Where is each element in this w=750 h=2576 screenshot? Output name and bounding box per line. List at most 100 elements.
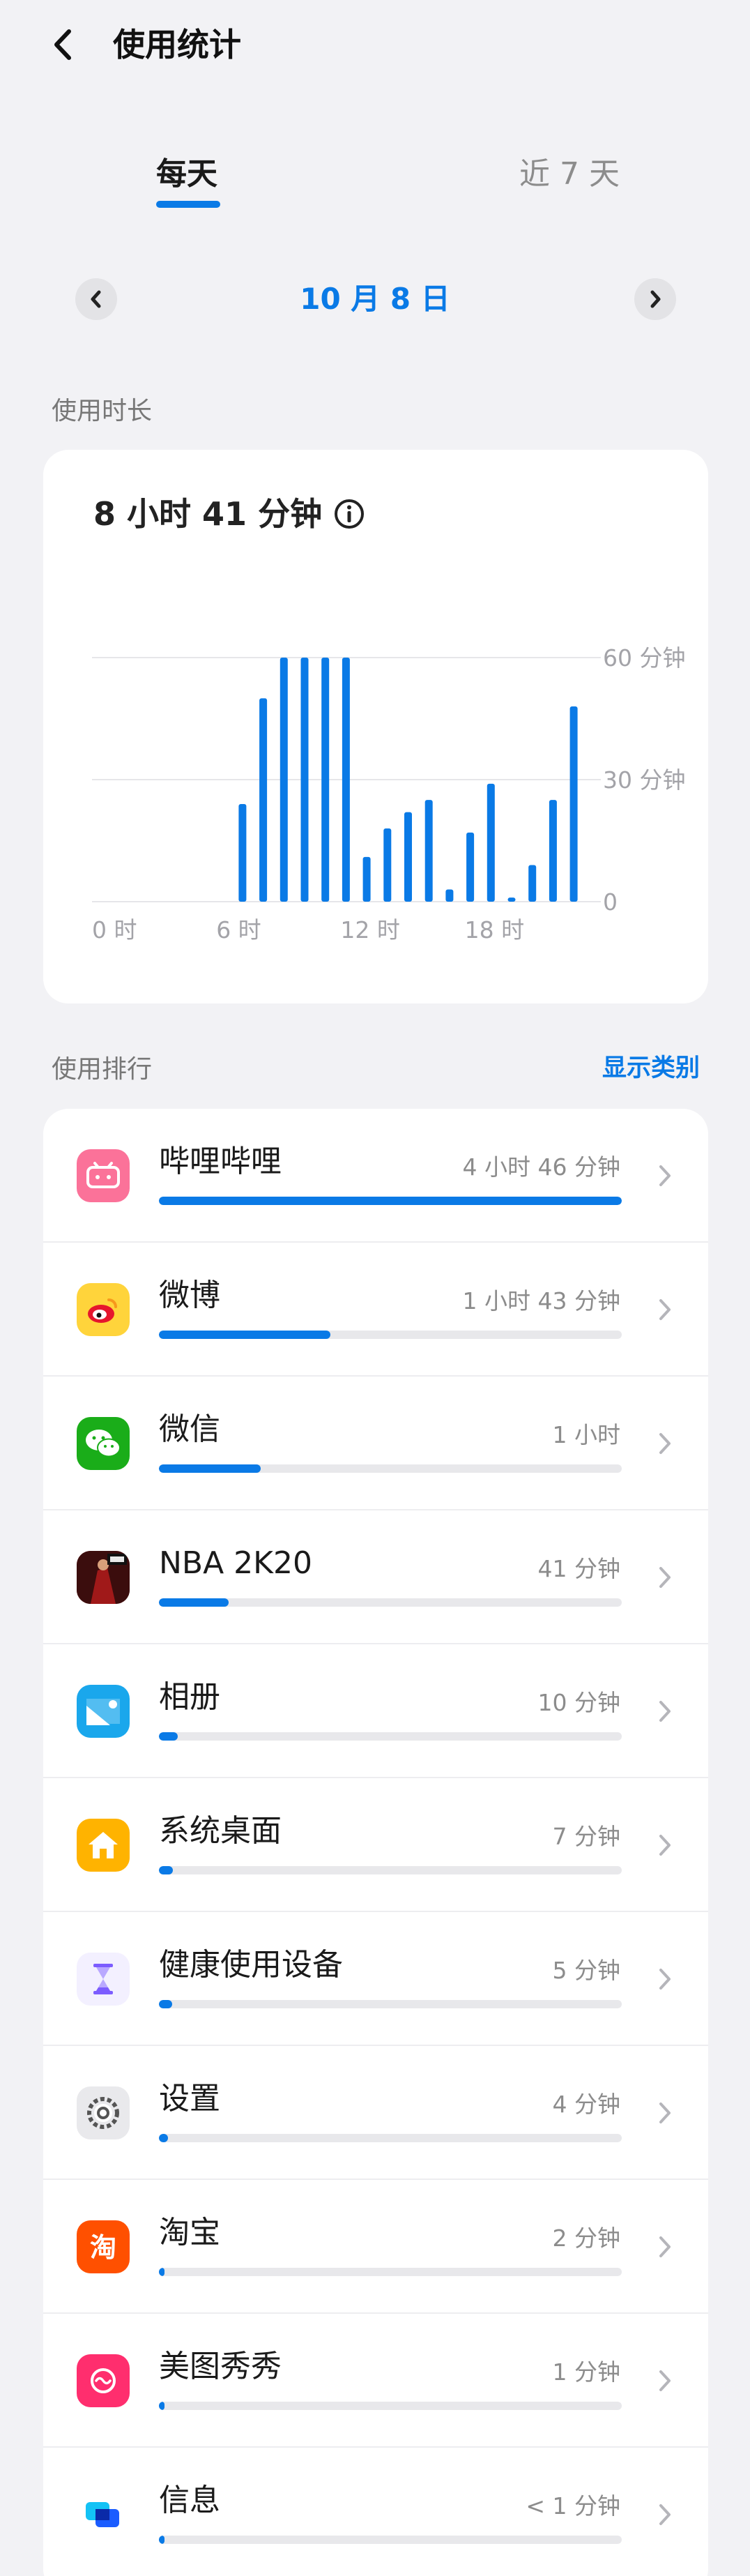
chevron-right-icon [651, 2226, 679, 2268]
chart-bar-hour-9[interactable] [280, 658, 288, 902]
usage-chart-card: 8 小时 41 分钟 60 分钟 30 分钟 0 0 时6 时 12 时 18 时 [43, 450, 708, 1003]
chart-bar-hour-22[interactable] [549, 800, 557, 902]
chart-bar-hour-17[interactable] [445, 889, 454, 902]
usage-bar-fill [159, 1464, 261, 1473]
app-usage-time: 1 分钟 [552, 2358, 621, 2386]
chart-bar-hour-15[interactable] [404, 812, 412, 902]
chart-bar-hour-10[interactable] [300, 658, 309, 902]
hourly-usage-chart: 60 分钟 30 分钟 0 0 时 6 时 12 时 18 时 [92, 644, 685, 944]
app-row[interactable]: 健康使用设备 5 分钟 [43, 1912, 708, 2046]
chevron-right-icon [651, 1824, 679, 1866]
usage-bar-track [159, 2536, 622, 2544]
app-name: 美图秀秀 [159, 2349, 282, 2384]
messages-icon [77, 2488, 130, 2541]
home-icon [77, 1819, 130, 1872]
x-tick-label: 6 时 [216, 916, 261, 944]
usage-bar-track [159, 1197, 622, 1205]
app-usage-time: < 1 分钟 [526, 2492, 620, 2520]
usage-bar-track [159, 2134, 622, 2142]
hourglass-icon [77, 1953, 130, 2006]
tab-last-7-days[interactable]: 近 7 天 [519, 153, 620, 195]
tab-daily[interactable]: 每天 [156, 153, 217, 195]
weibo-icon [77, 1283, 130, 1336]
bilibili-icon [77, 1149, 130, 1202]
usage-bar-fill [159, 1331, 330, 1339]
usage-bar-fill [159, 2000, 172, 2008]
page-title: 使用统计 [113, 26, 241, 63]
back-arrow-icon [54, 29, 71, 60]
usage-bar-track [159, 2000, 622, 2008]
usage-bar-fill [159, 1866, 173, 1874]
x-tick-label: 18 时 [465, 916, 524, 944]
app-usage-time: 7 分钟 [552, 1823, 621, 1850]
app-name: 健康使用设备 [159, 1947, 343, 1983]
app-name: 微信 [159, 1411, 220, 1447]
app-name: 设置 [159, 2081, 220, 2116]
chevron-right-icon [651, 1155, 679, 1197]
chart-bar-hour-8[interactable] [259, 698, 268, 902]
app-ranking-list: 哔哩哔哩 4 小时 46 分钟 微博 1 小时 43 分钟 微信 1 小时 NBA 2K20… [43, 1109, 708, 2576]
settings-icon [77, 2086, 130, 2139]
app-usage-time: 10 分钟 [537, 1689, 620, 1716]
y-tick-label: 60 分钟 [603, 644, 685, 672]
usage-bar-fill [159, 2268, 164, 2276]
usage-bar-track [159, 1732, 622, 1741]
usage-duration-label: 使用时长 [52, 397, 153, 425]
chevron-right-icon [651, 1289, 679, 1331]
chart-bar-hour-23[interactable] [569, 706, 578, 902]
app-row[interactable]: 系统桌面 7 分钟 [43, 1778, 708, 1912]
usage-bar-fill [159, 2134, 169, 2142]
top-bar: 使用统计 [0, 0, 750, 91]
app-row[interactable]: NBA 2K20 41 分钟 [43, 1510, 708, 1644]
taobao-icon: 淘 [77, 2220, 130, 2273]
usage-ranking-label: 使用排行 [52, 1055, 153, 1084]
usage-bar-track [159, 1598, 622, 1607]
app-row[interactable]: 信息 < 1 分钟 [43, 2448, 708, 2576]
app-name: 微博 [159, 1278, 220, 1313]
usage-bar-fill [159, 1197, 622, 1205]
wechat-icon [77, 1417, 130, 1470]
nba2k20-icon [77, 1551, 130, 1604]
usage-bar-track [159, 1464, 622, 1473]
x-tick-label: 12 时 [340, 916, 399, 944]
app-row[interactable]: 微博 1 小时 43 分钟 [43, 1243, 708, 1377]
chart-bar-hour-19[interactable] [487, 783, 495, 902]
chart-bar-hour-16[interactable] [424, 800, 433, 902]
app-name: 系统桌面 [159, 1813, 282, 1849]
chart-bar-hour-18[interactable] [466, 832, 475, 902]
app-row[interactable]: 设置 4 分钟 [43, 2046, 708, 2180]
chart-bar-hour-12[interactable] [342, 658, 350, 902]
usage-bar-fill [159, 1732, 178, 1741]
next-day-button[interactable] [634, 278, 676, 320]
app-name: 哔哩哔哩 [159, 1144, 282, 1179]
chevron-right-icon [651, 2494, 679, 2536]
usage-bar-fill [159, 1598, 229, 1607]
app-row[interactable]: 哔哩哔哩 4 小时 46 分钟 [43, 1109, 708, 1243]
usage-bar-track [159, 2268, 622, 2276]
chevron-right-icon [651, 1690, 679, 1732]
chart-bar-hour-7[interactable] [238, 804, 247, 902]
back-button[interactable] [43, 22, 82, 67]
meitu-icon [77, 2354, 130, 2407]
chart-bar-hour-11[interactable] [321, 658, 330, 902]
usage-bar-track [159, 1866, 622, 1874]
chevron-right-icon [651, 1423, 679, 1464]
app-row[interactable]: 淘 淘宝 2 分钟 [43, 2180, 708, 2314]
chart-bar-hour-20[interactable] [507, 897, 516, 902]
app-name: 相册 [159, 1679, 220, 1715]
app-row[interactable]: 美图秀秀 1 分钟 [43, 2314, 708, 2448]
gallery-icon [77, 1685, 130, 1738]
tab-active-indicator [156, 201, 220, 208]
app-usage-time: 2 分钟 [552, 2225, 621, 2252]
chart-bar-hour-14[interactable] [383, 828, 392, 902]
chevron-right-icon [651, 2360, 679, 2402]
usage-bar-track [159, 1331, 622, 1339]
app-row[interactable]: 相册 10 分钟 [43, 1644, 708, 1778]
chart-bar-hour-21[interactable] [528, 865, 537, 902]
chart-bar-hour-13[interactable] [362, 856, 371, 902]
app-row[interactable]: 微信 1 小时 [43, 1377, 708, 1510]
usage-bar-fill [159, 2402, 164, 2410]
show-category-button[interactable]: 显示类别 [602, 1053, 700, 1084]
app-usage-time: 41 分钟 [537, 1555, 620, 1582]
chevron-right-icon [651, 1556, 679, 1598]
